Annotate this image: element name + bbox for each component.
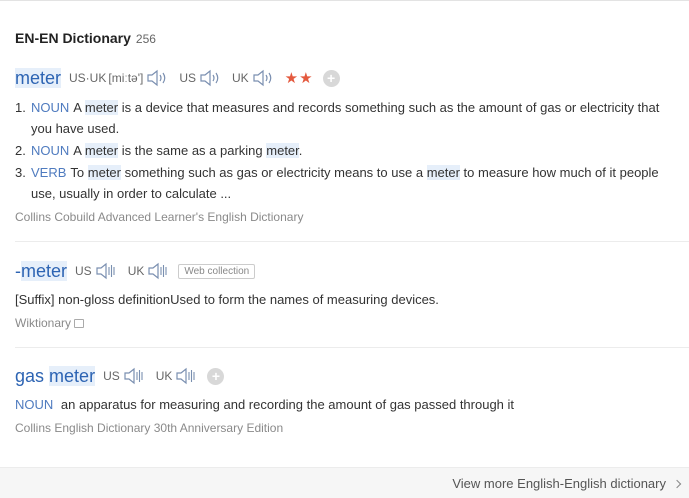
- pron-label: US: [179, 71, 196, 85]
- headword[interactable]: -meter: [15, 260, 68, 282]
- speaker-icon[interactable]: [198, 68, 222, 88]
- speaker-icon[interactable]: [145, 68, 169, 88]
- dictionary-title: EN-EN Dictionary: [15, 30, 131, 46]
- dictionary-header: EN-EN Dictionary 256: [15, 30, 156, 48]
- footer-bar: View more English-English dictionary: [0, 467, 689, 498]
- pron-uk: UK: [128, 261, 171, 281]
- add-icon[interactable]: +: [207, 367, 225, 385]
- highlight-term: meter: [87, 165, 121, 180]
- add-icon[interactable]: +: [322, 69, 340, 87]
- part-of-speech: VERB: [31, 165, 67, 180]
- speaker-icon[interactable]: [251, 68, 275, 88]
- web-collection-badge[interactable]: Web collection: [178, 263, 256, 279]
- view-more-link[interactable]: View more English-English dictionary: [452, 476, 682, 491]
- part-of-speech: NOUN: [31, 143, 70, 158]
- entry-source: Collins English Dictionary 30th Annivers…: [15, 421, 284, 435]
- definition-text: NOUN an apparatus for measuring and reco…: [15, 397, 515, 412]
- definition-text: [Suffix] non-gloss definitionUsed to for…: [15, 292, 439, 307]
- part-of-speech: NOUN: [31, 100, 70, 115]
- headword[interactable]: meter: [15, 67, 62, 89]
- speaker-icon[interactable]: [94, 261, 118, 281]
- divider: [15, 347, 689, 348]
- entry-headline: gas meter US UK +: [15, 365, 689, 387]
- speaker-icon[interactable]: [146, 261, 170, 281]
- pron-us: US: [179, 68, 222, 88]
- pron-label: US·UK: [69, 71, 107, 85]
- definition-text: VERB To meter something such as gas or el…: [31, 165, 659, 201]
- definition-number: 3.: [15, 165, 26, 180]
- definition-item: 2. NOUN A meter is the same as a parking …: [15, 140, 689, 161]
- definition-item: 1. NOUN A meter is a device that measures…: [15, 97, 689, 139]
- chevron-right-icon: [672, 479, 682, 488]
- pron-ipa: [miːtə']: [108, 71, 144, 85]
- highlight-term: meter: [84, 143, 119, 158]
- speaker-icon[interactable]: [122, 366, 146, 386]
- entry-source: Wiktionary: [15, 316, 689, 330]
- pron-us: US: [103, 366, 146, 386]
- part-of-speech: NOUN: [15, 397, 54, 412]
- pron-label: UK: [232, 71, 249, 85]
- pron-label: US: [75, 264, 92, 278]
- top-border: [0, 0, 689, 1]
- pron-label: UK: [155, 369, 173, 383]
- pron-us: US: [75, 261, 118, 281]
- highlight-term: meter: [266, 143, 299, 158]
- entry-source: Collins Cobuild Advanced Learner's Engli…: [15, 210, 304, 224]
- copy-icon[interactable]: [74, 318, 85, 328]
- entry-meter: meter US·UK [miːtə'] US UK ★★ + 1. NOUN A…: [15, 67, 689, 224]
- entry-headline: -meter US UK Web collection: [15, 260, 689, 282]
- pron-uk: UK: [232, 68, 275, 88]
- divider: [15, 241, 689, 242]
- entry-suffix-meter: -meter US UK Web collection [Suffix] non…: [15, 260, 689, 330]
- pron-label: UK: [127, 264, 145, 278]
- highlight-term: meter: [84, 100, 119, 115]
- pron-us-uk: US·UK [miːtə']: [69, 68, 169, 88]
- definition-text: NOUN A meter is the same as a parking met…: [31, 143, 303, 158]
- definition-number: 2.: [15, 143, 26, 158]
- definition-item: NOUN an apparatus for measuring and reco…: [15, 394, 689, 415]
- pron-uk: UK: [156, 366, 199, 386]
- entry-gas-meter: gas meter US UK + NOUN an apparatus for …: [15, 365, 689, 435]
- definition-number: 1.: [15, 100, 26, 115]
- dictionary-count: 256: [135, 32, 156, 46]
- headword[interactable]: gas meter: [15, 365, 96, 387]
- definition-item: 3. VERB To meter something such as gas or…: [15, 162, 689, 204]
- definition-list: 1. NOUN A meter is a device that measures…: [15, 97, 689, 204]
- pron-label: US: [103, 369, 120, 383]
- highlight-term: meter: [426, 165, 460, 180]
- star-rating: ★★: [284, 70, 314, 87]
- entry-headline: meter US·UK [miːtə'] US UK ★★ +: [15, 67, 689, 89]
- speaker-icon[interactable]: [174, 366, 198, 386]
- definition-text: NOUN A meter is a device that measures an…: [31, 100, 660, 136]
